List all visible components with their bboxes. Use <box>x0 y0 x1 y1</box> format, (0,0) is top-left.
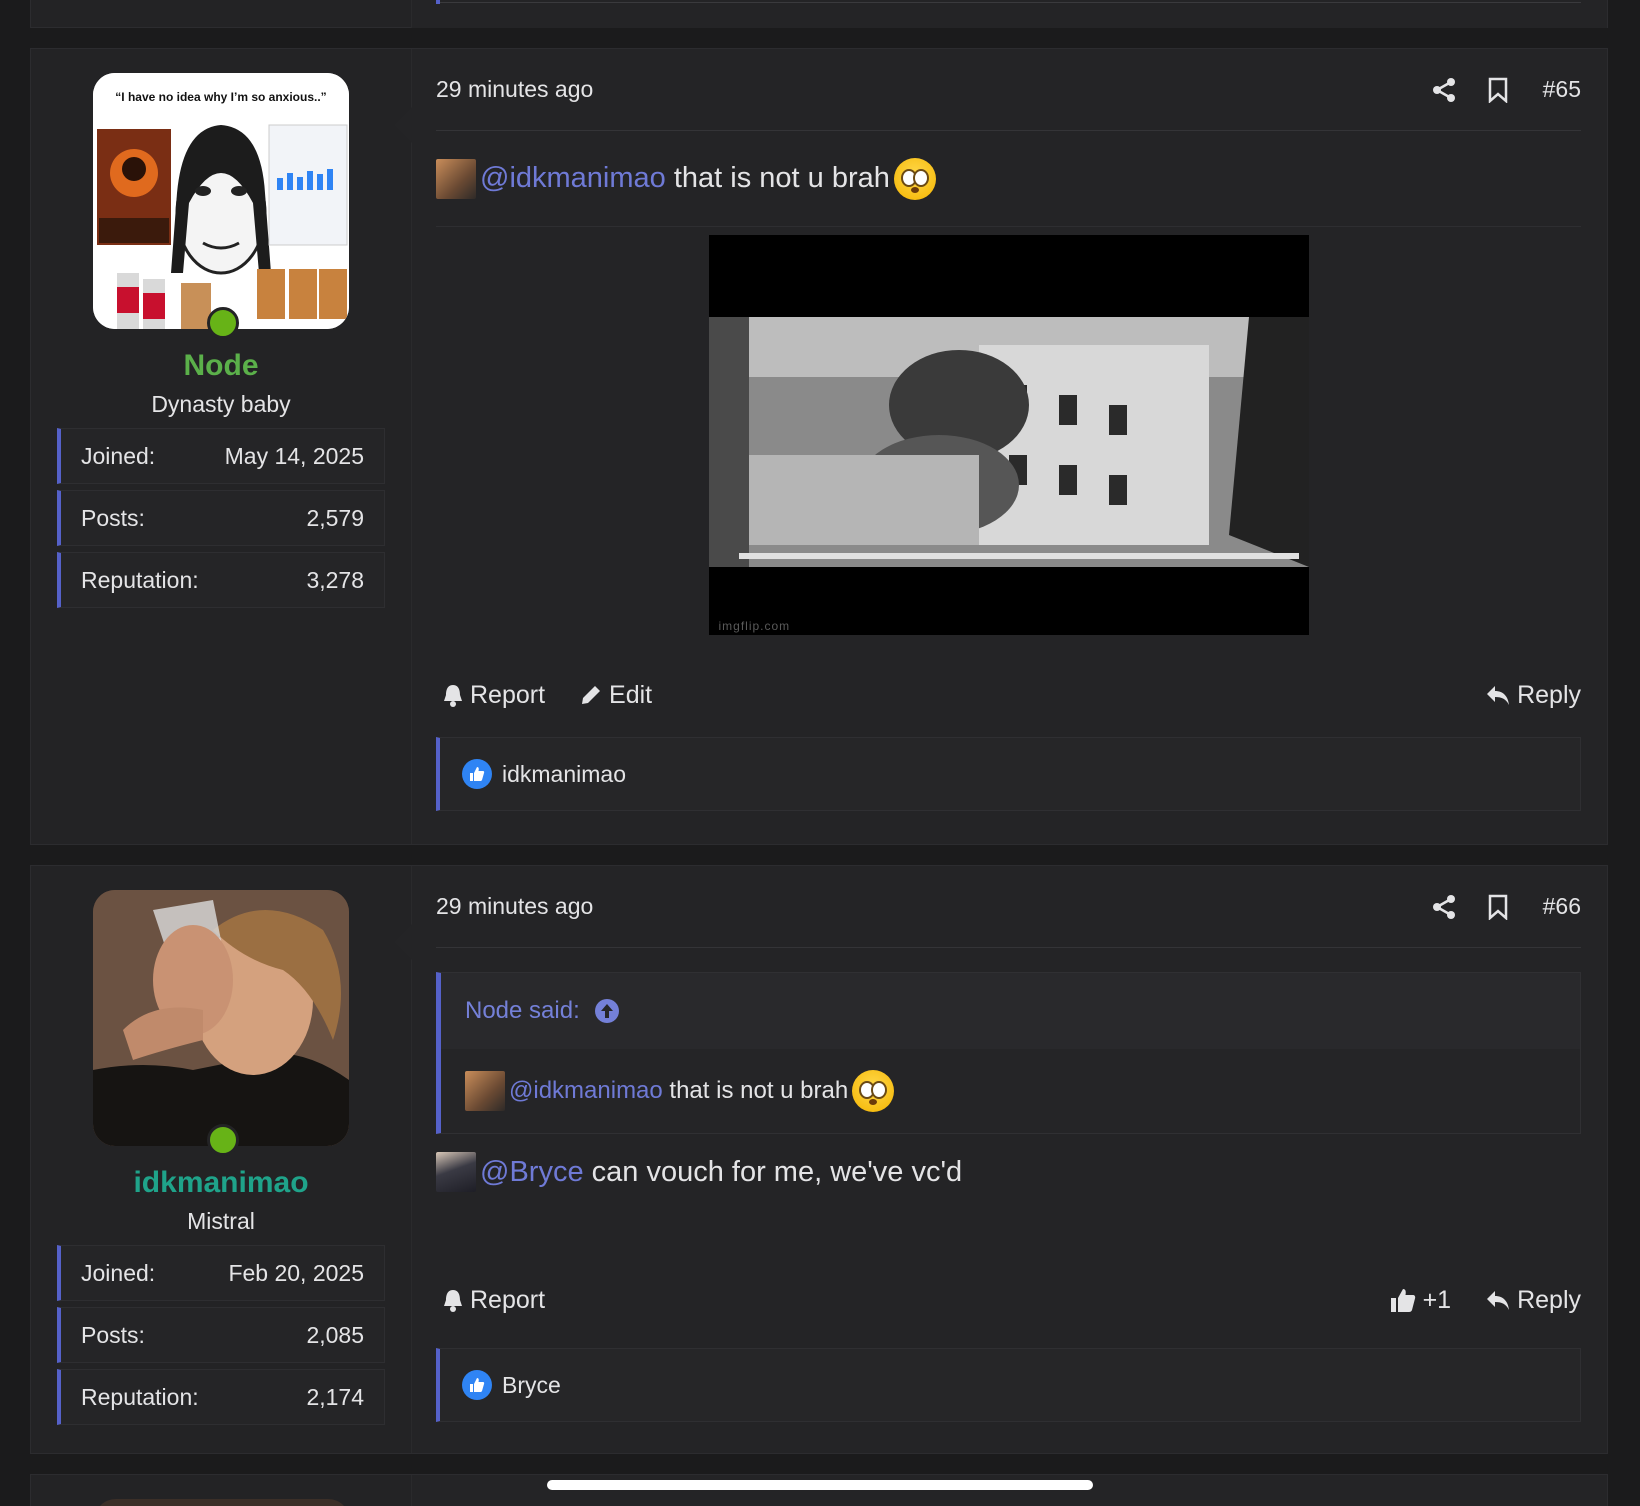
mention-avatar <box>436 1152 476 1192</box>
post-time[interactable]: 29 minutes ago <box>436 76 593 103</box>
stat-value: 3,278 <box>306 566 364 593</box>
quote-header[interactable]: Node said: <box>441 973 1580 1049</box>
bookmark-icon[interactable] <box>1471 894 1525 920</box>
home-indicator[interactable] <box>547 1480 1093 1490</box>
stat-value: 2,174 <box>306 1383 364 1410</box>
flushed-emoji-icon <box>893 157 936 200</box>
post-footer: Report +1 Reply <box>436 1270 1581 1330</box>
flushed-emoji-icon <box>852 1070 895 1112</box>
reply-icon <box>1487 1291 1510 1310</box>
message-text: that is not u brah <box>665 162 890 194</box>
bell-icon <box>444 685 462 707</box>
stat-label: Posts: <box>81 1321 145 1348</box>
previous-post-fragment <box>30 0 1608 28</box>
reply-icon <box>1487 686 1510 705</box>
like-reaction-icon <box>462 759 492 789</box>
stat-reputation: Reputation: 2,174 <box>57 1369 385 1425</box>
username[interactable]: Node <box>31 349 411 383</box>
stat-label: Reputation: <box>81 566 199 593</box>
post-65: “I have no idea why I’m so anxious..” No… <box>30 48 1608 845</box>
quote-content: @idkmanimao that is not u brah <box>441 1049 1580 1133</box>
avatar-image: “I have no idea why I’m so anxious..” <box>93 73 349 329</box>
bookmark-icon[interactable] <box>1471 77 1525 103</box>
next-post-fragment <box>30 1474 1608 1506</box>
stat-joined: Joined: Feb 20, 2025 <box>57 1245 385 1301</box>
arrow-up-circle-icon[interactable] <box>594 998 620 1024</box>
message-text: can vouch for me, we've vc'd <box>583 1155 963 1188</box>
stat-value: 2,579 <box>306 504 364 531</box>
reply-button[interactable]: Reply <box>1485 1286 1581 1315</box>
post-header: 29 minutes ago #65 <box>436 49 1581 131</box>
post-66: idkmanimao Mistral Joined: Feb 20, 2025 P… <box>30 865 1608 1454</box>
online-status-indicator <box>207 1124 239 1156</box>
post-number-link[interactable]: #66 <box>1543 893 1581 920</box>
user-title: Dynasty baby <box>151 391 291 417</box>
share-icon[interactable] <box>1417 894 1471 920</box>
quote-author[interactable]: Node said: <box>465 997 580 1025</box>
avatar[interactable] <box>93 890 349 1146</box>
stat-reputation: Reputation: 3,278 <box>57 552 385 608</box>
post-header: 29 minutes ago #66 <box>436 866 1581 948</box>
post-time[interactable]: 29 minutes ago <box>436 893 593 920</box>
stat-label: Joined: <box>81 442 156 469</box>
stat-posts: Posts: 2,085 <box>57 1307 385 1363</box>
username[interactable]: idkmanimao <box>31 1166 411 1200</box>
stat-value: 2,085 <box>306 1321 364 1348</box>
post-footer: Report Edit Reply <box>436 665 1581 725</box>
user-title: Mistral <box>187 1208 255 1234</box>
share-icon[interactable] <box>1417 77 1471 103</box>
post-user-panel: “I have no idea why I’m so anxious..” No… <box>31 49 411 844</box>
stat-label: Joined: <box>81 1259 156 1286</box>
embedded-gif-image[interactable]: imgflip.com <box>708 235 1309 635</box>
post-content: 29 minutes ago #66 Node said: @idkmanima… <box>394 866 1607 1453</box>
user-mention-link[interactable]: @Bryce <box>480 1156 584 1189</box>
gif-watermark: imgflip.com <box>718 619 791 633</box>
like-count: +1 <box>1422 1285 1452 1314</box>
mention-avatar <box>465 1071 505 1111</box>
post-number-link[interactable]: #65 <box>1543 76 1581 103</box>
avatar[interactable]: “I have no idea why I’m so anxious..” <box>93 73 349 329</box>
post-user-panel: idkmanimao Mistral Joined: Feb 20, 2025 P… <box>31 866 411 1453</box>
stat-value: Feb 20, 2025 <box>228 1259 364 1286</box>
avatar-caption: “I have no idea why I’m so anxious..” <box>115 90 326 104</box>
stat-posts: Posts: 2,579 <box>57 490 385 546</box>
stat-label: Posts: <box>81 504 145 531</box>
like-reaction-icon <box>462 1370 492 1400</box>
reaction-user[interactable]: Bryce <box>502 1372 561 1399</box>
quote-block: Node said: @idkmanimao that is not u bra… <box>436 972 1581 1134</box>
user-mention-link[interactable]: @idkmanimao <box>480 162 666 195</box>
online-status-indicator <box>207 307 239 339</box>
pencil-icon <box>582 686 601 704</box>
bell-icon <box>444 1290 462 1312</box>
user-stats: Joined: May 14, 2025 Posts: 2,579 Reputati… <box>57 428 385 608</box>
post-content: 29 minutes ago #65 @idkmanimao that is n… <box>394 49 1607 844</box>
post-message: @idkmanimao that is not u brah <box>436 157 936 200</box>
post-message: @Bryce can vouch for me, we've vc'd <box>436 1152 1581 1192</box>
reply-button[interactable]: Reply <box>1485 681 1581 710</box>
reactions-bar[interactable]: Bryce <box>436 1348 1581 1422</box>
stat-value: May 14, 2025 <box>224 442 364 469</box>
user-mention-link[interactable]: @idkmanimao <box>509 1077 663 1105</box>
stat-joined: Joined: May 14, 2025 <box>57 428 385 484</box>
quote-text: that is not u brah <box>662 1077 849 1104</box>
reaction-user[interactable]: idkmanimao <box>502 761 626 788</box>
like-button[interactable]: +1 <box>1389 1285 1452 1315</box>
report-button[interactable]: Report <box>442 681 545 710</box>
stat-label: Reputation: <box>81 1383 199 1410</box>
report-button[interactable]: Report <box>442 1286 545 1315</box>
avatar-image <box>93 890 349 1146</box>
thumbs-up-icon <box>1390 1289 1415 1312</box>
reactions-bar[interactable]: idkmanimao <box>436 737 1581 811</box>
edit-button[interactable]: Edit <box>579 681 652 710</box>
mention-avatar <box>436 158 476 199</box>
user-stats: Joined: Feb 20, 2025 Posts: 2,085 Reputati… <box>57 1245 385 1425</box>
